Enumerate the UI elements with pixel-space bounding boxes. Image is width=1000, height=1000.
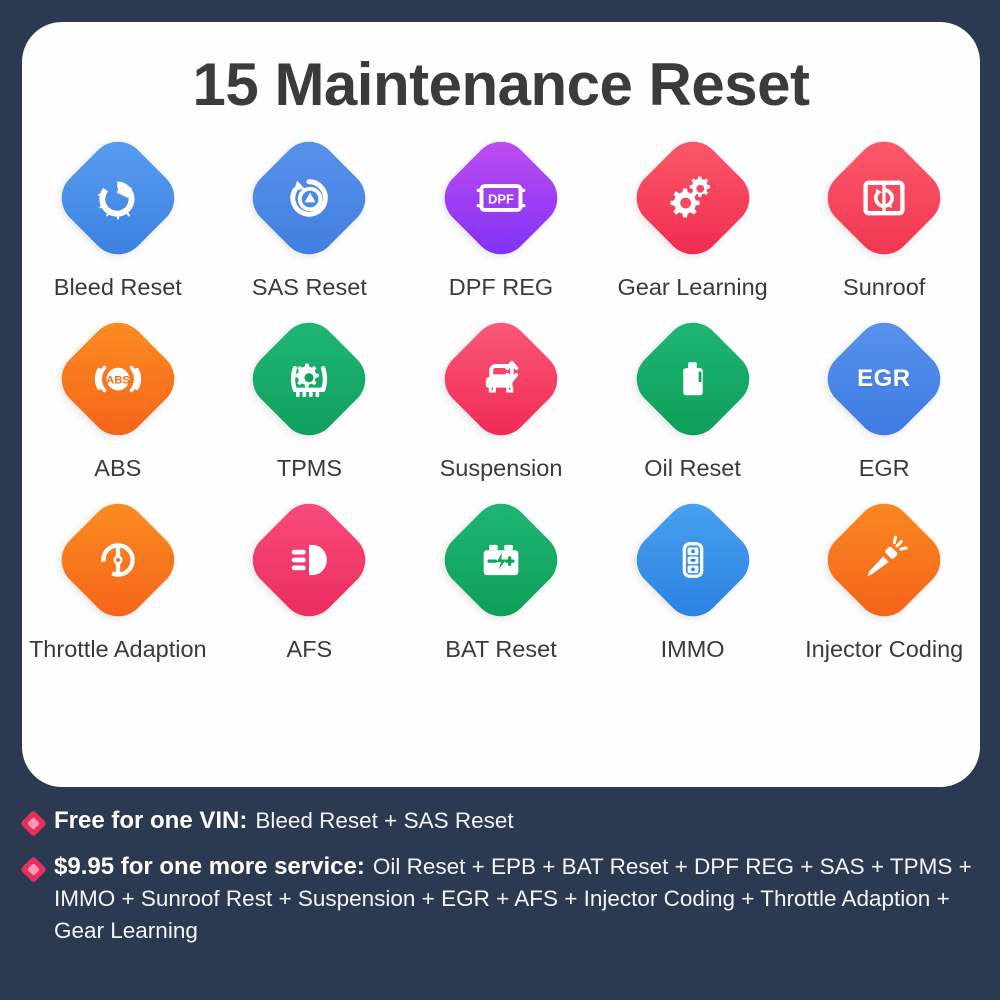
feature-label: ABS — [94, 455, 142, 481]
footer-text: $9.95 for one more service: Oil Reset + E… — [54, 851, 974, 947]
car-battery-icon — [433, 492, 569, 628]
feature-cell[interactable]: IMMO — [597, 492, 789, 663]
feature-label: Gear Learning — [617, 274, 768, 300]
footer-line: Free for one VIN: Bleed Reset + SAS Reset — [20, 805, 974, 837]
feature-cell[interactable]: SAS Reset — [214, 130, 406, 301]
feature-cell[interactable]: AFS — [214, 492, 406, 663]
feature-tile[interactable]: ABS — [49, 311, 186, 447]
feature-label: Bleed Reset — [53, 274, 182, 300]
feature-cell[interactable]: BAT Reset — [405, 492, 597, 663]
footer-label: $9.95 for one more service: — [54, 853, 365, 880]
footer-value: Bleed Reset + SAS Reset — [255, 808, 514, 833]
feature-cell[interactable]: Gear Learning — [597, 130, 789, 301]
diamond-bullet-icon — [20, 856, 47, 883]
feature-label: SAS Reset — [251, 274, 367, 300]
feature-tile[interactable] — [816, 492, 953, 628]
feature-tile[interactable]: EGR — [816, 311, 953, 447]
feature-cell[interactable]: Oil Reset — [597, 311, 789, 482]
feature-cell[interactable]: Bleed Reset — [22, 130, 214, 301]
tire-pressure-icon — [241, 311, 378, 447]
svg-text:DPF: DPF — [488, 191, 514, 206]
sunroof-panel-icon — [816, 130, 953, 266]
dpf-filter-icon: DPF — [433, 130, 569, 266]
feature-cell[interactable]: Throttle Adaption — [22, 492, 214, 663]
feature-label: EGR — [858, 455, 910, 481]
feature-tile[interactable] — [624, 311, 761, 447]
diamond-bullet-icon — [20, 810, 47, 837]
headlight-icon — [241, 492, 378, 628]
feature-tile[interactable] — [433, 492, 569, 628]
feature-tile[interactable] — [241, 311, 378, 447]
feature-label: IMMO — [660, 636, 725, 662]
feature-tile[interactable] — [624, 492, 761, 628]
footer-text: Free for one VIN: Bleed Reset + SAS Reset — [54, 805, 514, 837]
feature-tile[interactable] — [49, 130, 186, 266]
page-title: 15 Maintenance Reset — [192, 51, 810, 118]
car-suspension-icon — [433, 311, 569, 447]
feature-label: AFS — [286, 636, 333, 662]
feature-cell[interactable]: TPMS — [214, 311, 406, 482]
two-gears-icon — [624, 130, 761, 266]
svg-text:ABS: ABS — [106, 374, 130, 386]
feature-cell[interactable]: EGR EGR — [788, 311, 980, 482]
throttle-body-icon — [49, 492, 186, 628]
feature-label: Throttle Adaption — [28, 636, 207, 662]
fuel-injector-icon — [816, 492, 953, 628]
feature-cell[interactable]: Sunroof — [788, 130, 980, 301]
feature-cell[interactable]: Injector Coding — [788, 492, 980, 663]
feature-label: Suspension — [439, 455, 563, 481]
feature-cell[interactable]: Suspension — [405, 311, 597, 482]
steering-reset-icon — [241, 130, 378, 266]
feature-tile[interactable] — [241, 492, 378, 628]
feature-cell[interactable]: ABS ABS — [22, 311, 214, 482]
egr-text-icon: EGR — [816, 311, 953, 447]
pricing-footer: Free for one VIN: Bleed Reset + SAS Reset… — [0, 805, 1000, 961]
feature-tile[interactable] — [241, 130, 378, 266]
feature-label: DPF REG — [448, 274, 554, 300]
brake-disc-icon — [49, 130, 186, 266]
feature-tile[interactable] — [433, 311, 569, 447]
feature-label: Sunroof — [843, 274, 926, 300]
car-key-fob-icon — [624, 492, 761, 628]
abs-brake-icon: ABS — [49, 311, 186, 447]
promo-page: 15 Maintenance Reset Bleed Reset SAS Rese… — [0, 0, 1000, 1000]
feature-cell[interactable]: DPF DPF REG — [405, 130, 597, 301]
feature-tile[interactable] — [624, 130, 761, 266]
feature-tile[interactable]: DPF — [433, 130, 569, 266]
footer-label: Free for one VIN: — [54, 807, 248, 834]
feature-label: Oil Reset — [644, 455, 741, 481]
feature-label: Injector Coding — [805, 636, 964, 662]
feature-card: 15 Maintenance Reset Bleed Reset SAS Rese… — [22, 22, 980, 787]
feature-tile[interactable] — [49, 492, 186, 628]
footer-line: $9.95 for one more service: Oil Reset + E… — [20, 851, 974, 947]
feature-grid: Bleed Reset SAS Reset DPF DPF REG Gear Learn… — [22, 130, 980, 663]
feature-label: TPMS — [276, 455, 343, 481]
feature-tile[interactable] — [816, 130, 953, 266]
feature-label: BAT Reset — [445, 636, 557, 662]
oil-can-icon — [624, 311, 761, 447]
